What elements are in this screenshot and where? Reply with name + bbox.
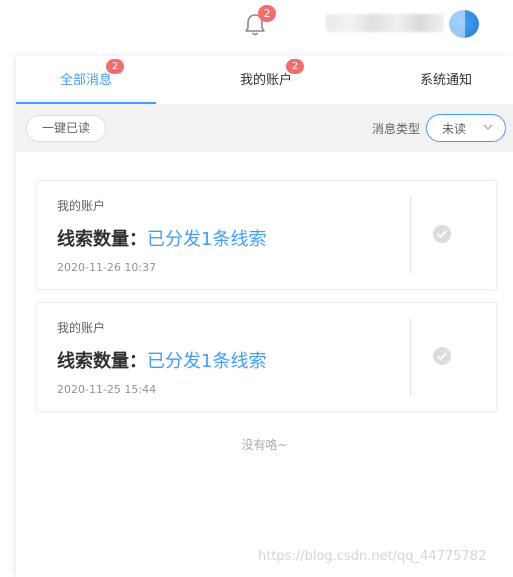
username-redacted [326,14,444,32]
message-card[interactable]: 我的账户 线索数量：已分发1条线索 2020-11-26 10:37 [36,180,497,290]
message-tabs: 全部消息 2 我的账户 2 系统通知 [16,56,513,105]
message-title: 线索数量：已分发1条线索 [57,225,266,251]
message-panel: 全部消息 2 我的账户 2 系统通知 一键已读 消息类型 未读 我的账户 线索数… [16,56,513,577]
title-content: 已分发1条线索 [147,351,267,372]
watermark: https://blog.csdn.net/qq_44775782 [258,549,487,564]
card-divider [410,196,411,273]
tab-label: 全部消息 [59,73,112,88]
tab-my-account[interactable]: 我的账户 [196,56,336,104]
title-prefix: 线索数量： [57,229,147,250]
top-bar: 2 [0,0,513,50]
filter-label: 消息类型 [372,122,421,136]
tab-label: 系统通知 [419,73,472,88]
message-time: 2020-11-25 15:44 [57,383,157,396]
title-content: 已分发1条线索 [147,229,267,250]
message-category: 我的账户 [57,199,106,213]
toolbar: 一键已读 消息类型 未读 [16,104,513,152]
title-prefix: 线索数量： [57,351,147,372]
select-value: 未读 [442,122,467,136]
check-circle-icon[interactable] [433,347,451,365]
tab-badge: 2 [106,59,124,74]
mark-all-read-button[interactable]: 一键已读 [26,115,106,142]
avatar-redaction [449,10,465,38]
card-divider [410,318,411,395]
message-time: 2020-11-26 10:37 [57,261,157,274]
message-card[interactable]: 我的账户 线索数量：已分发1条线索 2020-11-25 15:44 [36,302,497,412]
notification-badge: 2 [258,5,276,22]
tab-badge: 2 [286,59,304,74]
message-category: 我的账户 [57,321,106,335]
check-circle-icon[interactable] [433,225,451,243]
tab-all-messages[interactable]: 全部消息 [16,56,156,104]
end-of-list-text: 没有咯~ [241,438,288,452]
tab-system-notice[interactable]: 系统通知 [386,56,506,104]
tab-label: 我的账户 [239,73,292,88]
message-title: 线索数量：已分发1条线索 [57,347,266,373]
message-type-select[interactable]: 未读 [426,114,506,142]
chevron-down-icon [483,124,493,130]
